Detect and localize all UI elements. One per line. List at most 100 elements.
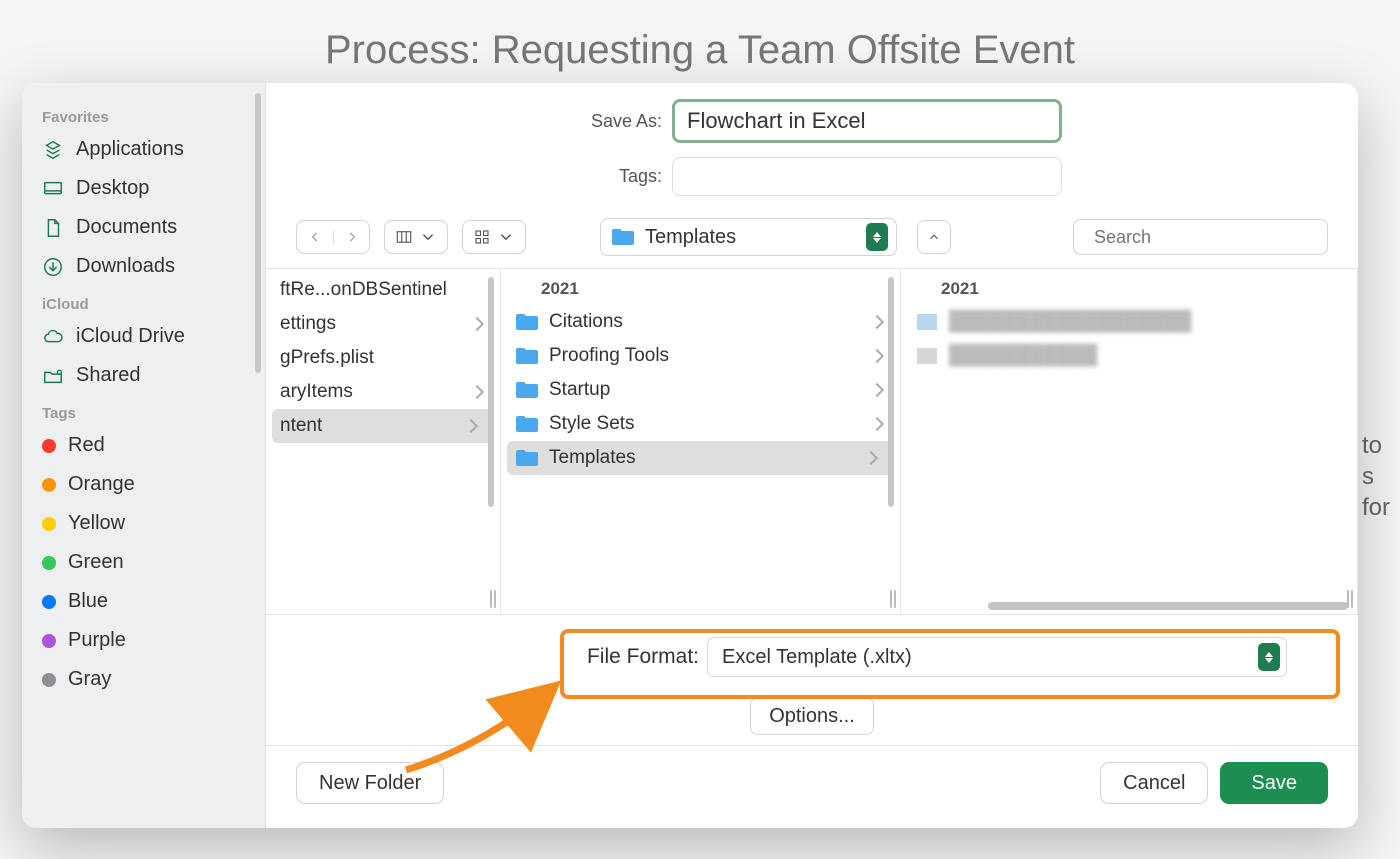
list-item[interactable]: Proofing Tools [501,339,900,373]
toolbar: Templates [266,214,1358,269]
horizontal-scrollbar[interactable] [546,602,1348,610]
file-format-select[interactable]: Excel Template (.xltx) [707,637,1287,677]
list-item[interactable]: gPrefs.plist [266,341,500,375]
sidebar-tag-purple[interactable]: Purple [22,621,265,660]
sidebar-item-label: Red [68,434,105,457]
sidebar-item-applications[interactable]: Applications [22,130,265,169]
tag-dot-icon [42,673,56,687]
columns-icon [395,228,413,246]
sidebar-item-desktop[interactable]: Desktop [22,169,265,208]
sidebar-item-label: Orange [68,473,135,496]
chevron-right-icon [345,230,359,244]
save-dialog: Favorites Applications Desktop Documents… [22,83,1358,828]
sidebar-item-label: Yellow [68,512,125,535]
search-input[interactable] [1094,227,1326,248]
file-icon [915,312,939,332]
cancel-button[interactable]: Cancel [1100,762,1208,804]
list-item[interactable]: ettings [266,307,500,341]
location-label: Templates [645,226,736,249]
sidebar-section-icloud: iCloud [22,286,265,317]
list-item[interactable]: Templates [507,441,894,475]
dialog-footer: New Folder Cancel Save [266,745,1358,828]
chevron-left-icon [308,230,322,244]
tag-dot-icon [42,634,56,648]
folder-icon [515,448,539,468]
desktop-icon [42,178,64,200]
sidebar-item-label: Desktop [76,177,149,200]
sidebar-item-label: Documents [76,216,177,239]
view-grid-button[interactable] [462,220,526,254]
sidebar-item-label: Shared [76,364,141,387]
tags-label: Tags: [562,166,662,187]
sidebar-item-shared[interactable]: Shared [22,356,265,395]
sidebar-item-label: Applications [76,138,184,161]
tag-dot-icon [42,478,56,492]
folder-icon [515,346,539,366]
column-1: ftRe...onDBSentinel ettings gPrefs.plist… [266,269,501,614]
file-browser: ftRe...onDBSentinel ettings gPrefs.plist… [266,269,1358,615]
apps-icon [42,139,64,161]
column-resize-handle[interactable] [490,590,498,608]
list-item[interactable]: ███████████ [901,339,1357,373]
column-2: 2021 Citations Proofing Tools Startup St… [501,269,901,614]
tag-dot-icon [42,517,56,531]
background-title: Process: Requesting a Team Offsite Event [0,28,1400,73]
list-item[interactable]: ██████████████████ [901,305,1357,339]
sidebar-item-label: Blue [68,590,108,613]
document-icon [42,217,64,239]
stepper-icon [1258,643,1280,671]
sidebar-tag-yellow[interactable]: Yellow [22,504,265,543]
location-select[interactable]: Templates [600,218,897,256]
cloud-icon [42,326,64,348]
sidebar-item-icloud-drive[interactable]: iCloud Drive [22,317,265,356]
back-button[interactable] [297,230,333,244]
file-format-area: File Format: Excel Template (.xltx) Opti… [266,615,1358,745]
folder-icon [515,312,539,332]
sidebar-item-label: Purple [68,629,126,652]
grid-icon [473,228,491,246]
file-format-value: Excel Template (.xltx) [722,646,912,669]
view-columns-button[interactable] [384,220,448,254]
list-item[interactable]: ntent [272,409,494,443]
save-as-input[interactable] [672,99,1062,143]
download-icon [42,256,64,278]
sidebar-section-tags: Tags [22,395,265,426]
save-button[interactable]: Save [1220,762,1328,804]
list-item[interactable]: Startup [501,373,900,407]
chevron-down-icon [419,228,437,246]
sidebar-tag-red[interactable]: Red [22,426,265,465]
tag-dot-icon [42,556,56,570]
sidebar-tag-orange[interactable]: Orange [22,465,265,504]
sidebar-item-label: Downloads [76,255,175,278]
file-format-label: File Format: [587,645,699,669]
nav-buttons [296,220,370,254]
sidebar-item-documents[interactable]: Documents [22,208,265,247]
sidebar-item-label: iCloud Drive [76,325,185,348]
search-field[interactable] [1073,219,1328,255]
collapse-button[interactable] [917,220,951,254]
main-panel: Save As: Tags: [266,83,1358,828]
tag-dot-icon [42,595,56,609]
sidebar-item-label: Green [68,551,124,574]
forward-button[interactable] [333,230,369,244]
list-item[interactable]: aryItems [266,375,500,409]
save-as-label: Save As: [562,111,662,132]
new-folder-button[interactable]: New Folder [296,762,444,804]
stepper-icon [866,223,888,251]
column-header: 2021 [501,273,900,305]
tags-input[interactable] [672,157,1062,196]
sidebar-tag-blue[interactable]: Blue [22,582,265,621]
options-button[interactable]: Options... [750,697,874,735]
folder-icon [515,380,539,400]
list-item[interactable]: Citations [501,305,900,339]
sidebar-tag-gray[interactable]: Gray [22,660,265,699]
sidebar-tag-green[interactable]: Green [22,543,265,582]
sidebar-item-downloads[interactable]: Downloads [22,247,265,286]
column-header: 2021 [901,273,1357,305]
list-item[interactable]: Style Sets [501,407,900,441]
sidebar-section-favorites: Favorites [22,99,265,130]
list-item[interactable]: ftRe...onDBSentinel [266,273,500,307]
column-resize-handle[interactable] [1347,590,1355,608]
shared-folder-icon [42,365,64,387]
folder-icon [611,227,635,247]
